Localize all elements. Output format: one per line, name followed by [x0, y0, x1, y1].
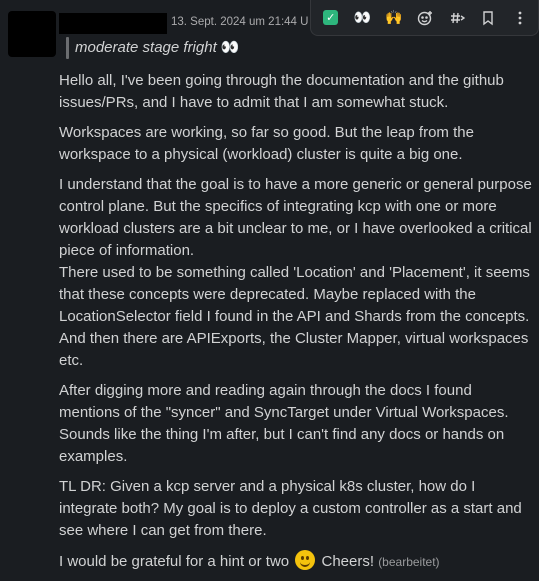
message-actions-toolbar: ✓ 👀 🙌 — [310, 0, 539, 36]
message-paragraph: I understand that the goal is to have a … — [59, 176, 532, 259]
raised-hands-emoji-icon: 🙌 — [385, 9, 403, 25]
avatar[interactable] — [8, 11, 56, 57]
timestamp[interactable]: 13. Sept. 2024 um 21:44 U — [171, 16, 308, 28]
add-reaction-icon — [418, 10, 433, 25]
react-check-button[interactable]: ✓ — [315, 3, 347, 33]
message-paragraph: TL DR: Given a kcp server and a physical… — [59, 478, 522, 539]
message-paragraph-last: I would be grateful for a hint or two Ch… — [59, 550, 533, 573]
react-eyes-button[interactable]: 👀 — [347, 3, 379, 33]
message-paragraph: Hello all, I've been going through the d… — [59, 72, 504, 111]
eyes-emoji-icon: 👀 — [220, 39, 240, 56]
message-body: Hello all, I've been going through the d… — [59, 70, 533, 581]
check-mark-icon: ✓ — [323, 10, 339, 25]
eyes-emoji-icon: 👀 — [353, 9, 371, 25]
status-text: moderate stage fright — [75, 39, 217, 56]
save-button[interactable] — [473, 3, 505, 33]
user-status: moderate stage fright 👀 — [75, 38, 239, 56]
message-paragraph: Workspaces are working, so far so good. … — [59, 124, 474, 163]
username-redacted[interactable] — [59, 13, 167, 34]
react-raised-hands-button[interactable]: 🙌 — [378, 3, 410, 33]
message-paragraph: After digging more and reading again thr… — [59, 382, 509, 465]
add-reaction-button[interactable] — [410, 3, 442, 33]
status-quote-bar — [66, 37, 69, 59]
more-vertical-icon — [518, 11, 522, 24]
message-paragraph: There used to be something called 'Locat… — [59, 264, 530, 369]
bookmark-icon — [483, 10, 493, 25]
chat-message: 13. Sept. 2024 um 21:44 U moderate stage… — [0, 0, 539, 570]
thread-icon — [450, 12, 465, 23]
edited-label: (bearbeitet) — [378, 555, 440, 569]
slightly-smiling-face-icon — [295, 550, 316, 570]
reply-in-thread-button[interactable] — [441, 3, 473, 33]
more-actions-button[interactable] — [504, 3, 536, 33]
